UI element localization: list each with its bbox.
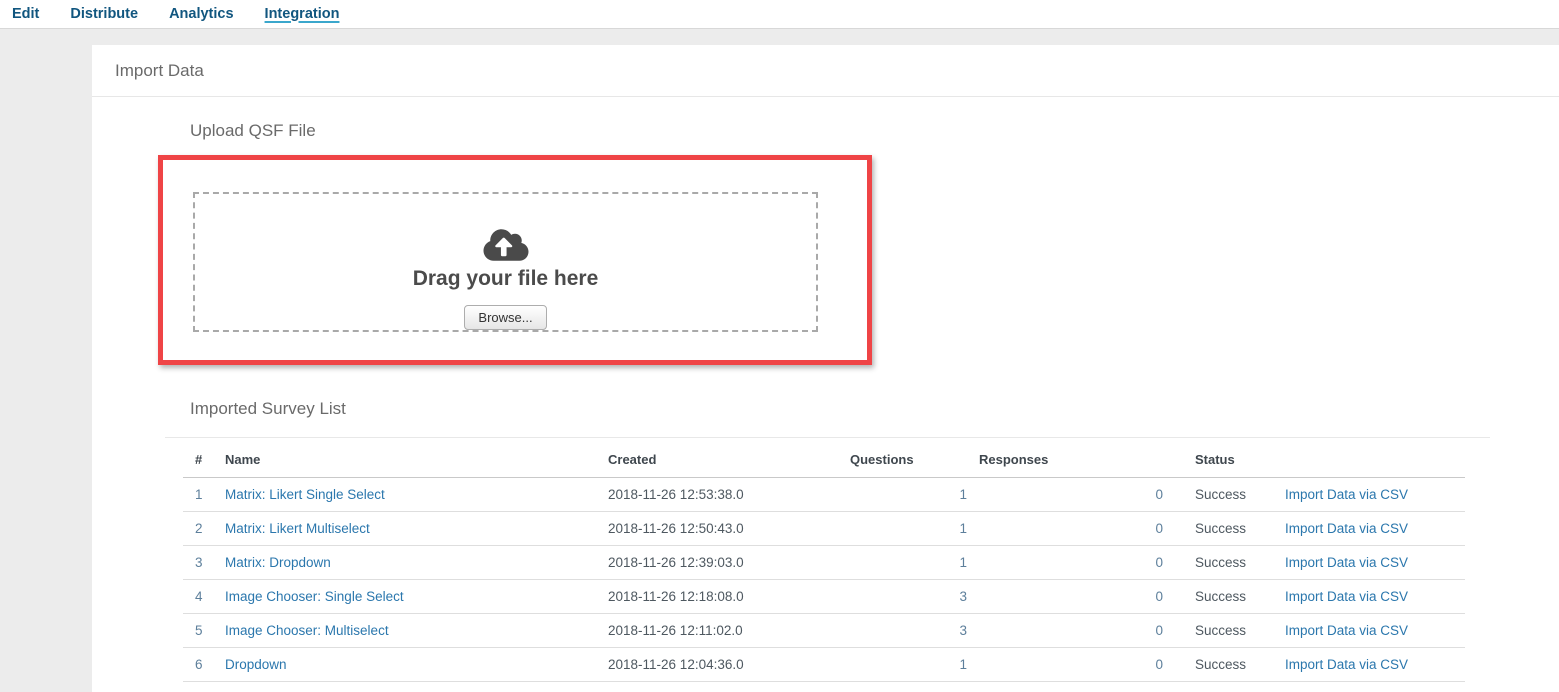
status-text: Success — [1175, 511, 1275, 545]
survey-name-link[interactable]: Image Chooser: Multiselect — [225, 623, 389, 638]
questions-count: 1 — [850, 545, 979, 579]
row-number: 2 — [183, 511, 225, 545]
row-number: 5 — [183, 613, 225, 647]
cloud-upload-icon — [483, 227, 529, 263]
responses-count: 0 — [979, 579, 1175, 613]
created-timestamp: 2018-11-26 12:39:03.0 — [608, 545, 850, 579]
column-header-responses: Responses — [979, 443, 1175, 477]
table-row: 1 Matrix: Likert Single Select 2018-11-2… — [183, 477, 1465, 511]
upload-section-heading: Upload QSF File — [190, 121, 316, 141]
table-row: 6 Dropdown 2018-11-26 12:04:36.0 1 0 Suc… — [183, 647, 1465, 681]
file-dropzone[interactable]: Drag your file here Browse... — [193, 192, 818, 332]
import-csv-link[interactable]: Import Data via CSV — [1285, 555, 1408, 570]
column-header-action — [1275, 443, 1465, 477]
table-row: 4 Image Chooser: Single Select 2018-11-2… — [183, 579, 1465, 613]
column-header-questions: Questions — [850, 443, 979, 477]
created-timestamp: 2018-11-26 12:18:08.0 — [608, 579, 850, 613]
table-row: 2 Matrix: Likert Multiselect 2018-11-26 … — [183, 511, 1465, 545]
table-header-row: # Name Created Questions Responses Statu… — [183, 443, 1465, 477]
import-data-panel: Import Data Upload QSF File The QSF file… — [92, 45, 1559, 692]
survey-name-link[interactable]: Dropdown — [225, 657, 287, 672]
panel-header: Import Data — [92, 45, 1559, 97]
questions-count: 1 — [850, 647, 979, 681]
created-timestamp: 2018-11-26 12:50:43.0 — [608, 511, 850, 545]
survey-name-link[interactable]: Matrix: Likert Single Select — [225, 487, 385, 502]
responses-count: 0 — [979, 477, 1175, 511]
status-text: Success — [1175, 647, 1275, 681]
top-nav: Edit Distribute Analytics Integration — [0, 0, 1559, 29]
column-header-status: Status — [1175, 443, 1275, 477]
created-timestamp: 2018-11-26 12:04:36.0 — [608, 647, 850, 681]
survey-name-link[interactable]: Image Chooser: Single Select — [225, 589, 404, 604]
column-header-num: # — [183, 443, 225, 477]
import-csv-link[interactable]: Import Data via CSV — [1285, 487, 1408, 502]
survey-name-link[interactable]: Matrix: Likert Multiselect — [225, 521, 370, 536]
imported-survey-table: # Name Created Questions Responses Statu… — [183, 443, 1465, 682]
created-timestamp: 2018-11-26 12:11:02.0 — [608, 613, 850, 647]
table-row: 5 Image Chooser: Multiselect 2018-11-26 … — [183, 613, 1465, 647]
questions-count: 3 — [850, 613, 979, 647]
section-divider — [165, 437, 1490, 438]
created-timestamp: 2018-11-26 12:53:38.0 — [608, 477, 850, 511]
status-text: Success — [1175, 545, 1275, 579]
questions-count: 3 — [850, 579, 979, 613]
column-header-name: Name — [225, 443, 608, 477]
browse-button[interactable]: Browse... — [464, 305, 546, 330]
questions-count: 1 — [850, 511, 979, 545]
questions-count: 1 — [850, 477, 979, 511]
nav-tab-edit[interactable]: Edit — [12, 0, 39, 29]
responses-count: 0 — [979, 613, 1175, 647]
drag-file-label: Drag your file here — [413, 267, 599, 291]
status-text: Success — [1175, 579, 1275, 613]
row-number: 3 — [183, 545, 225, 579]
responses-count: 0 — [979, 545, 1175, 579]
row-number: 4 — [183, 579, 225, 613]
import-csv-link[interactable]: Import Data via CSV — [1285, 521, 1408, 536]
page-title: Import Data — [115, 61, 204, 81]
import-csv-link[interactable]: Import Data via CSV — [1285, 657, 1408, 672]
column-header-created: Created — [608, 443, 850, 477]
status-text: Success — [1175, 613, 1275, 647]
responses-count: 0 — [979, 511, 1175, 545]
survey-name-link[interactable]: Matrix: Dropdown — [225, 555, 331, 570]
responses-count: 0 — [979, 647, 1175, 681]
nav-tab-distribute[interactable]: Distribute — [70, 0, 138, 29]
nav-tab-integration[interactable]: Integration — [265, 0, 340, 29]
row-number: 6 — [183, 647, 225, 681]
import-csv-link[interactable]: Import Data via CSV — [1285, 589, 1408, 604]
survey-list-heading: Imported Survey List — [190, 399, 346, 419]
nav-tab-analytics[interactable]: Analytics — [169, 0, 233, 29]
import-csv-link[interactable]: Import Data via CSV — [1285, 623, 1408, 638]
status-text: Success — [1175, 477, 1275, 511]
row-number: 1 — [183, 477, 225, 511]
table-row: 3 Matrix: Dropdown 2018-11-26 12:39:03.0… — [183, 545, 1465, 579]
